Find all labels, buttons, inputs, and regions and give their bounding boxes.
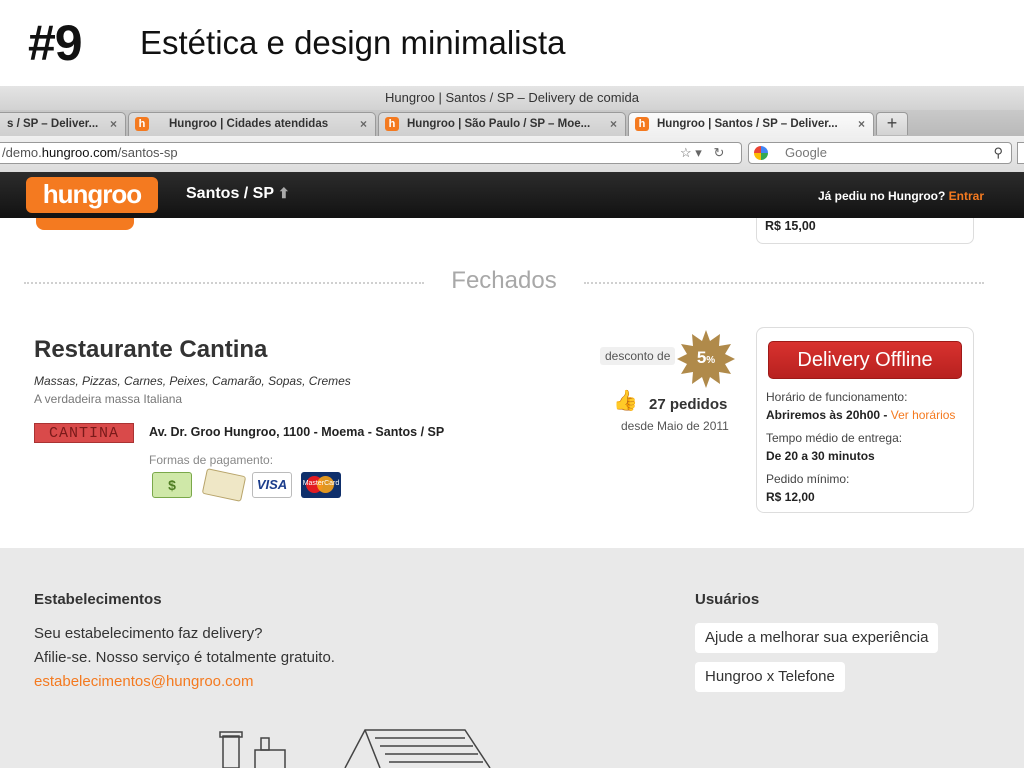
establishments-line1: Seu estabelecimento faz delivery? xyxy=(34,625,263,642)
section-title: Fechados xyxy=(451,267,557,294)
close-icon[interactable]: × xyxy=(360,113,367,135)
site-footer: Estabelecimentos Seu estabelecimento faz… xyxy=(0,548,1024,768)
main-content: R$ 15,00 Fechados Restaurante Cantina Ma… xyxy=(0,218,1024,548)
delivery-time-label: Tempo médio de entrega: xyxy=(766,431,903,445)
tab-label: Hungroo | Cidades atendidas xyxy=(169,118,329,130)
cash-icon: $ xyxy=(152,472,192,498)
section-divider: Fechados xyxy=(24,267,984,294)
hungroo-phone-button[interactable]: Hungroo x Telefone xyxy=(695,662,845,692)
restaurant-address: Av. Dr. Groo Hungroo, 1100 - Moema - San… xyxy=(149,425,445,439)
thumbs-up-icon: 👍 xyxy=(613,390,638,412)
login-prompt: Já pediu no Hungroo? xyxy=(817,189,946,203)
login-area: Já pediu no Hungroo? Entrar xyxy=(818,189,984,203)
close-icon[interactable]: × xyxy=(610,113,617,135)
tab-strip: s / SP – Deliver... × h Hungroo | Cidade… xyxy=(0,110,1024,136)
tab-label: s / SP – Deliver... xyxy=(7,118,99,130)
url-domain: hungroo.com xyxy=(41,145,118,160)
window-title: Hungroo | Santos / SP – Delivery de comi… xyxy=(385,90,639,105)
order-count: 27 pedidos xyxy=(649,396,728,413)
establishments-title: Estabelecimentos xyxy=(34,591,162,608)
current-city[interactable]: Santos / SP ⬆ xyxy=(186,185,290,203)
divider-line xyxy=(24,282,424,284)
url-path: /santos-sp xyxy=(117,145,178,160)
restaurant-tagline: A verdadeira massa Italiana xyxy=(34,392,183,406)
hungroo-favicon-icon: h xyxy=(385,117,399,131)
close-icon[interactable]: × xyxy=(110,113,117,135)
slide-number: #9 xyxy=(28,15,83,71)
establishments-line2: Afilie-se. Nosso serviço é totalmente gr… xyxy=(34,649,335,666)
window-edge xyxy=(1017,142,1024,164)
browser-title-bar: Hungroo | Santos / SP – Delivery de comi… xyxy=(0,86,1024,110)
search-placeholder: Google xyxy=(785,145,827,160)
tab-sao-paulo[interactable]: h Hungroo | São Paulo / SP – Moe... × xyxy=(378,112,626,136)
url-prefix: /demo. xyxy=(2,145,42,160)
history-dropdown-icon[interactable]: ▾ xyxy=(695,145,702,160)
hours-label: Horário de funcionamento: xyxy=(766,390,908,404)
tab-cidades[interactable]: h Hungroo | Cidades atendidas × xyxy=(128,112,376,136)
delivery-status-card: Delivery Offline Horário de funcionament… xyxy=(756,327,974,513)
improve-experience-button[interactable]: Ajude a melhorar sua experiência xyxy=(695,623,939,653)
tab-label: Hungroo | Santos / SP – Deliver... xyxy=(657,118,838,130)
hours-value: Abriremos às 20h00 - Ver horários xyxy=(766,408,956,422)
visa-icon: VISA xyxy=(252,472,292,498)
mastercard-label: MasterCard xyxy=(302,480,340,487)
delivery-offline-button[interactable]: Delivery Offline xyxy=(768,341,962,379)
discount-badge: 5% xyxy=(677,330,735,388)
hungroo-favicon-icon: h xyxy=(635,117,649,131)
navigation-bar: /demo.hungroo.com/santos-sp ☆ ▾ ↻ Google… xyxy=(0,136,1024,173)
mastercard-icon: MasterCard xyxy=(301,472,341,498)
tab-label: Hungroo | São Paulo / SP – Moe... xyxy=(407,118,591,130)
previous-status-card: R$ 15,00 xyxy=(756,218,974,244)
new-tab-button[interactable]: + xyxy=(876,112,908,135)
bookmark-star-icon[interactable]: ☆ xyxy=(680,145,692,160)
login-link[interactable]: Entrar xyxy=(949,189,984,203)
divider-line xyxy=(584,282,984,284)
up-arrow-icon[interactable]: ⬆ xyxy=(278,185,290,201)
hungroo-favicon-icon: h xyxy=(135,117,149,131)
hungroo-logo[interactable]: hungroo xyxy=(26,177,158,213)
tab-santos-1[interactable]: s / SP – Deliver... × xyxy=(0,112,126,136)
url-actions: ☆ ▾ ↻ xyxy=(680,143,724,163)
previous-order-button[interactable] xyxy=(36,218,134,230)
discount-label: desconto de xyxy=(600,347,676,365)
tab-santos-active[interactable]: h Hungroo | Santos / SP – Deliver... × xyxy=(628,112,874,136)
slide-title: Estética e design minimalista xyxy=(140,24,566,61)
city-label: Santos / SP xyxy=(186,185,275,202)
restaurant-name[interactable]: Restaurante Cantina xyxy=(34,336,267,364)
restaurant-categories: Massas, Pizzas, Carnes, Peixes, Camarão,… xyxy=(34,374,351,388)
magnifier-icon[interactable]: ⚲ xyxy=(993,143,1003,163)
site-header: hungroo Santos / SP ⬆ Já pediu no Hungroo… xyxy=(0,172,1024,218)
view-hours-link[interactable]: Ver horários xyxy=(891,408,956,422)
close-icon[interactable]: × xyxy=(858,113,865,135)
search-input[interactable]: Google ⚲ xyxy=(748,142,1012,164)
min-order-label: Pedido mínimo: xyxy=(766,472,850,486)
check-icon xyxy=(201,468,247,502)
min-order-value: R$ 12,00 xyxy=(766,490,815,504)
delivery-time-value: De 20 a 30 minutos xyxy=(766,449,875,463)
restaurant-logo[interactable]: CANTINA xyxy=(34,423,134,443)
reload-icon[interactable]: ↻ xyxy=(713,145,724,160)
house-illustration xyxy=(219,729,491,768)
discount-value: 5% xyxy=(696,348,716,367)
google-icon[interactable] xyxy=(754,146,768,160)
users-title: Usuários xyxy=(695,591,760,608)
address-bar[interactable]: /demo.hungroo.com/santos-sp ☆ ▾ ↻ xyxy=(0,142,742,164)
orders-since: desde Maio de 2011 xyxy=(621,419,729,433)
payment-label: Formas de pagamento: xyxy=(149,453,274,467)
slide-header: #9 Estética e design minimalista xyxy=(0,0,1024,84)
establishments-email-link[interactable]: estabelecimentos@hungroo.com xyxy=(34,673,254,690)
previous-min-order: R$ 15,00 xyxy=(765,219,816,233)
